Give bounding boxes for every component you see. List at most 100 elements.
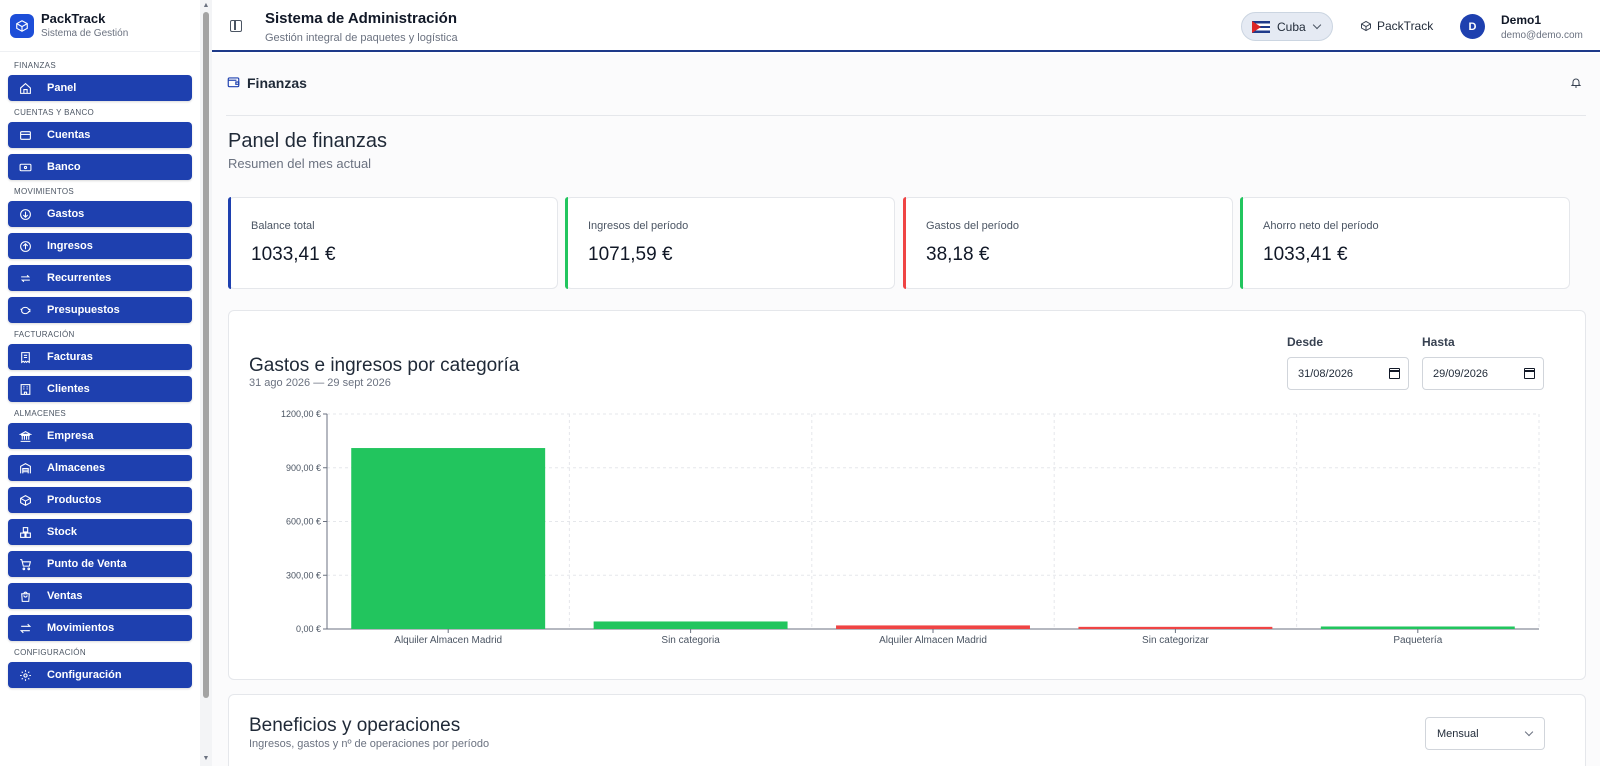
stat-accent-bar [903,197,906,289]
y-tick-label: 300,00 € [286,570,321,580]
profit-card-title: Beneficios y operaciones [249,715,461,736]
x-tick-label: Alquiler Almacen Madrid [394,635,502,646]
sidebar-item-label: Punto de Venta [47,558,127,570]
sidebar-item-almacenes[interactable]: Almacenes [8,455,192,481]
sidebar-item-clientes[interactable]: Clientes [8,376,192,402]
sidebar-item-facturas[interactable]: Facturas [8,344,192,370]
arrow-up-circle-icon [18,239,32,253]
sidebar-item-recurrentes[interactable]: Recurrentes [8,265,192,291]
stat-label: Ingresos del período [588,220,689,232]
sidebar-item-label: Almacenes [47,462,106,474]
x-tick-label: Sin categoria [661,635,720,646]
credit-card-icon [18,128,32,142]
sidebar-item-label: Movimientos [47,622,115,634]
home-icon [18,81,32,95]
brand[interactable]: PackTrack Sistema de Gestión [0,0,211,52]
sidebar-item-configuración[interactable]: Configuración [8,662,192,688]
stat-label: Balance total [251,220,315,232]
page-header: Finanzas [226,54,1586,116]
chart-bar [1320,626,1515,629]
sidebar-item-label: Ventas [47,590,83,602]
stat-card: Ahorro neto del período 1033,41 € [1240,197,1570,289]
sidebar-nav: FINANZAS Panel CUENTAS Y BANCO Cuentas Banco… [8,60,192,694]
main-content: Finanzas Panel de finanzas Resumen del m… [212,54,1600,766]
sidebar-item-label: Panel [47,82,77,94]
package-icon [18,493,32,507]
sidebar-item-presupuestos[interactable]: Presupuestos [8,297,192,323]
y-tick-label: 1200,00 € [281,409,321,419]
sidebar-item-ingresos[interactable]: Ingresos [8,233,192,259]
gear-icon [18,668,32,682]
arrows-left-right-icon [18,621,32,635]
sidebar-toggle-icon[interactable] [230,20,242,32]
boxes-icon [18,525,32,539]
sidebar-item-panel[interactable]: Panel [8,75,192,101]
stat-card: Gastos del período 38,18 € [903,197,1233,289]
scroll-up-icon[interactable]: ▲ [202,2,210,10]
landmark-icon [18,429,32,443]
user-email: demo@demo.com [1501,30,1583,41]
sidebar-item-label: Configuración [47,669,122,681]
sidebar-item-label: Presupuestos [47,304,120,316]
sidebar-item-label: Recurrentes [47,272,112,284]
package-icon [10,13,34,38]
sidebar-item-productos[interactable]: Productos [8,487,192,513]
repeat-icon [18,271,32,285]
sidebar-item-cuentas[interactable]: Cuentas [8,122,192,148]
period-select-value: Mensual [1437,727,1479,740]
chart-bar [1078,626,1273,629]
sidebar-scrollbar[interactable]: ▲ ▼ [200,0,212,766]
topbar: Sistema de Administración Gestión integr… [212,0,1600,52]
sidebar-item-punto-de-venta[interactable]: Punto de Venta [8,551,192,577]
sidebar-item-gastos[interactable]: Gastos [8,201,192,227]
piggy-bank-icon [18,303,32,317]
stat-card: Balance total 1033,41 € [228,197,558,289]
sidebar-section-label: CONFIGURACIÓN [14,648,86,657]
scrollbar-thumb[interactable] [203,12,209,698]
cart-icon [18,557,32,571]
chevron-down-icon [1312,20,1321,30]
category-bar-chart: 0,00 € 300,00 € 600,00 € 900,00 € 1200,00 € A… [281,409,1540,646]
stat-accent-bar [565,197,568,289]
app-subtitle: Gestión integral de paquetes y logística [265,32,458,44]
sidebar-section-label: FACTURACIÓN [14,330,75,339]
avatar[interactable]: D [1460,14,1485,39]
packtrack-link[interactable]: PackTrack [1360,19,1433,33]
sidebar-item-movimientos[interactable]: Movimientos [8,615,192,641]
x-tick-label: Sin categorizar [1142,635,1209,646]
sidebar-section-label: CUENTAS Y BANCO [14,108,95,117]
cuba-flag-icon [1252,20,1270,33]
profit-operations-card: Beneficios y operaciones Ingresos, gasto… [228,694,1586,766]
banknote-icon [18,160,32,174]
sidebar-item-empresa[interactable]: Empresa [8,423,192,449]
user-name[interactable]: Demo1 [1501,13,1541,27]
stat-card: Ingresos del período 1071,59 € [565,197,895,289]
chart-bar [836,625,1030,629]
period-select[interactable]: Mensual [1425,717,1545,750]
profit-card-subtitle: Ingresos, gastos y nº de operaciones por… [249,738,490,750]
sidebar-item-ventas[interactable]: Ventas [8,583,192,609]
sidebar-item-banco[interactable]: Banco [8,154,192,180]
x-tick-label: Paquetería [1393,635,1442,646]
country-selector[interactable]: Cuba [1241,12,1333,41]
category-chart-card: Gastos e ingresos por categoría 31 ago 2… [228,310,1586,680]
sidebar: PackTrack Sistema de Gestión FINANZAS Pan… [0,0,212,766]
stat-value: 1033,41 € [1263,244,1348,265]
stat-accent-bar [228,197,231,289]
sidebar-item-label: Productos [47,494,102,506]
sidebar-item-label: Clientes [47,383,90,395]
arrow-down-circle-icon [18,207,32,221]
y-tick-label: 0,00 € [296,624,321,634]
stat-label: Gastos del período [926,220,1019,232]
stat-value: 1033,41 € [251,244,336,265]
app-title: Sistema de Administración [265,10,457,27]
sidebar-item-stock[interactable]: Stock [8,519,192,545]
page-subtitle: Resumen del mes actual [228,156,372,171]
scroll-down-icon[interactable]: ▼ [202,755,210,763]
chart-bar [351,448,546,629]
sidebar-item-label: Empresa [47,430,94,442]
section-title: Finanzas [247,75,307,91]
y-tick-label: 900,00 € [286,463,321,473]
stat-label: Ahorro neto del período [1263,220,1379,232]
bell-icon[interactable] [1570,76,1582,88]
